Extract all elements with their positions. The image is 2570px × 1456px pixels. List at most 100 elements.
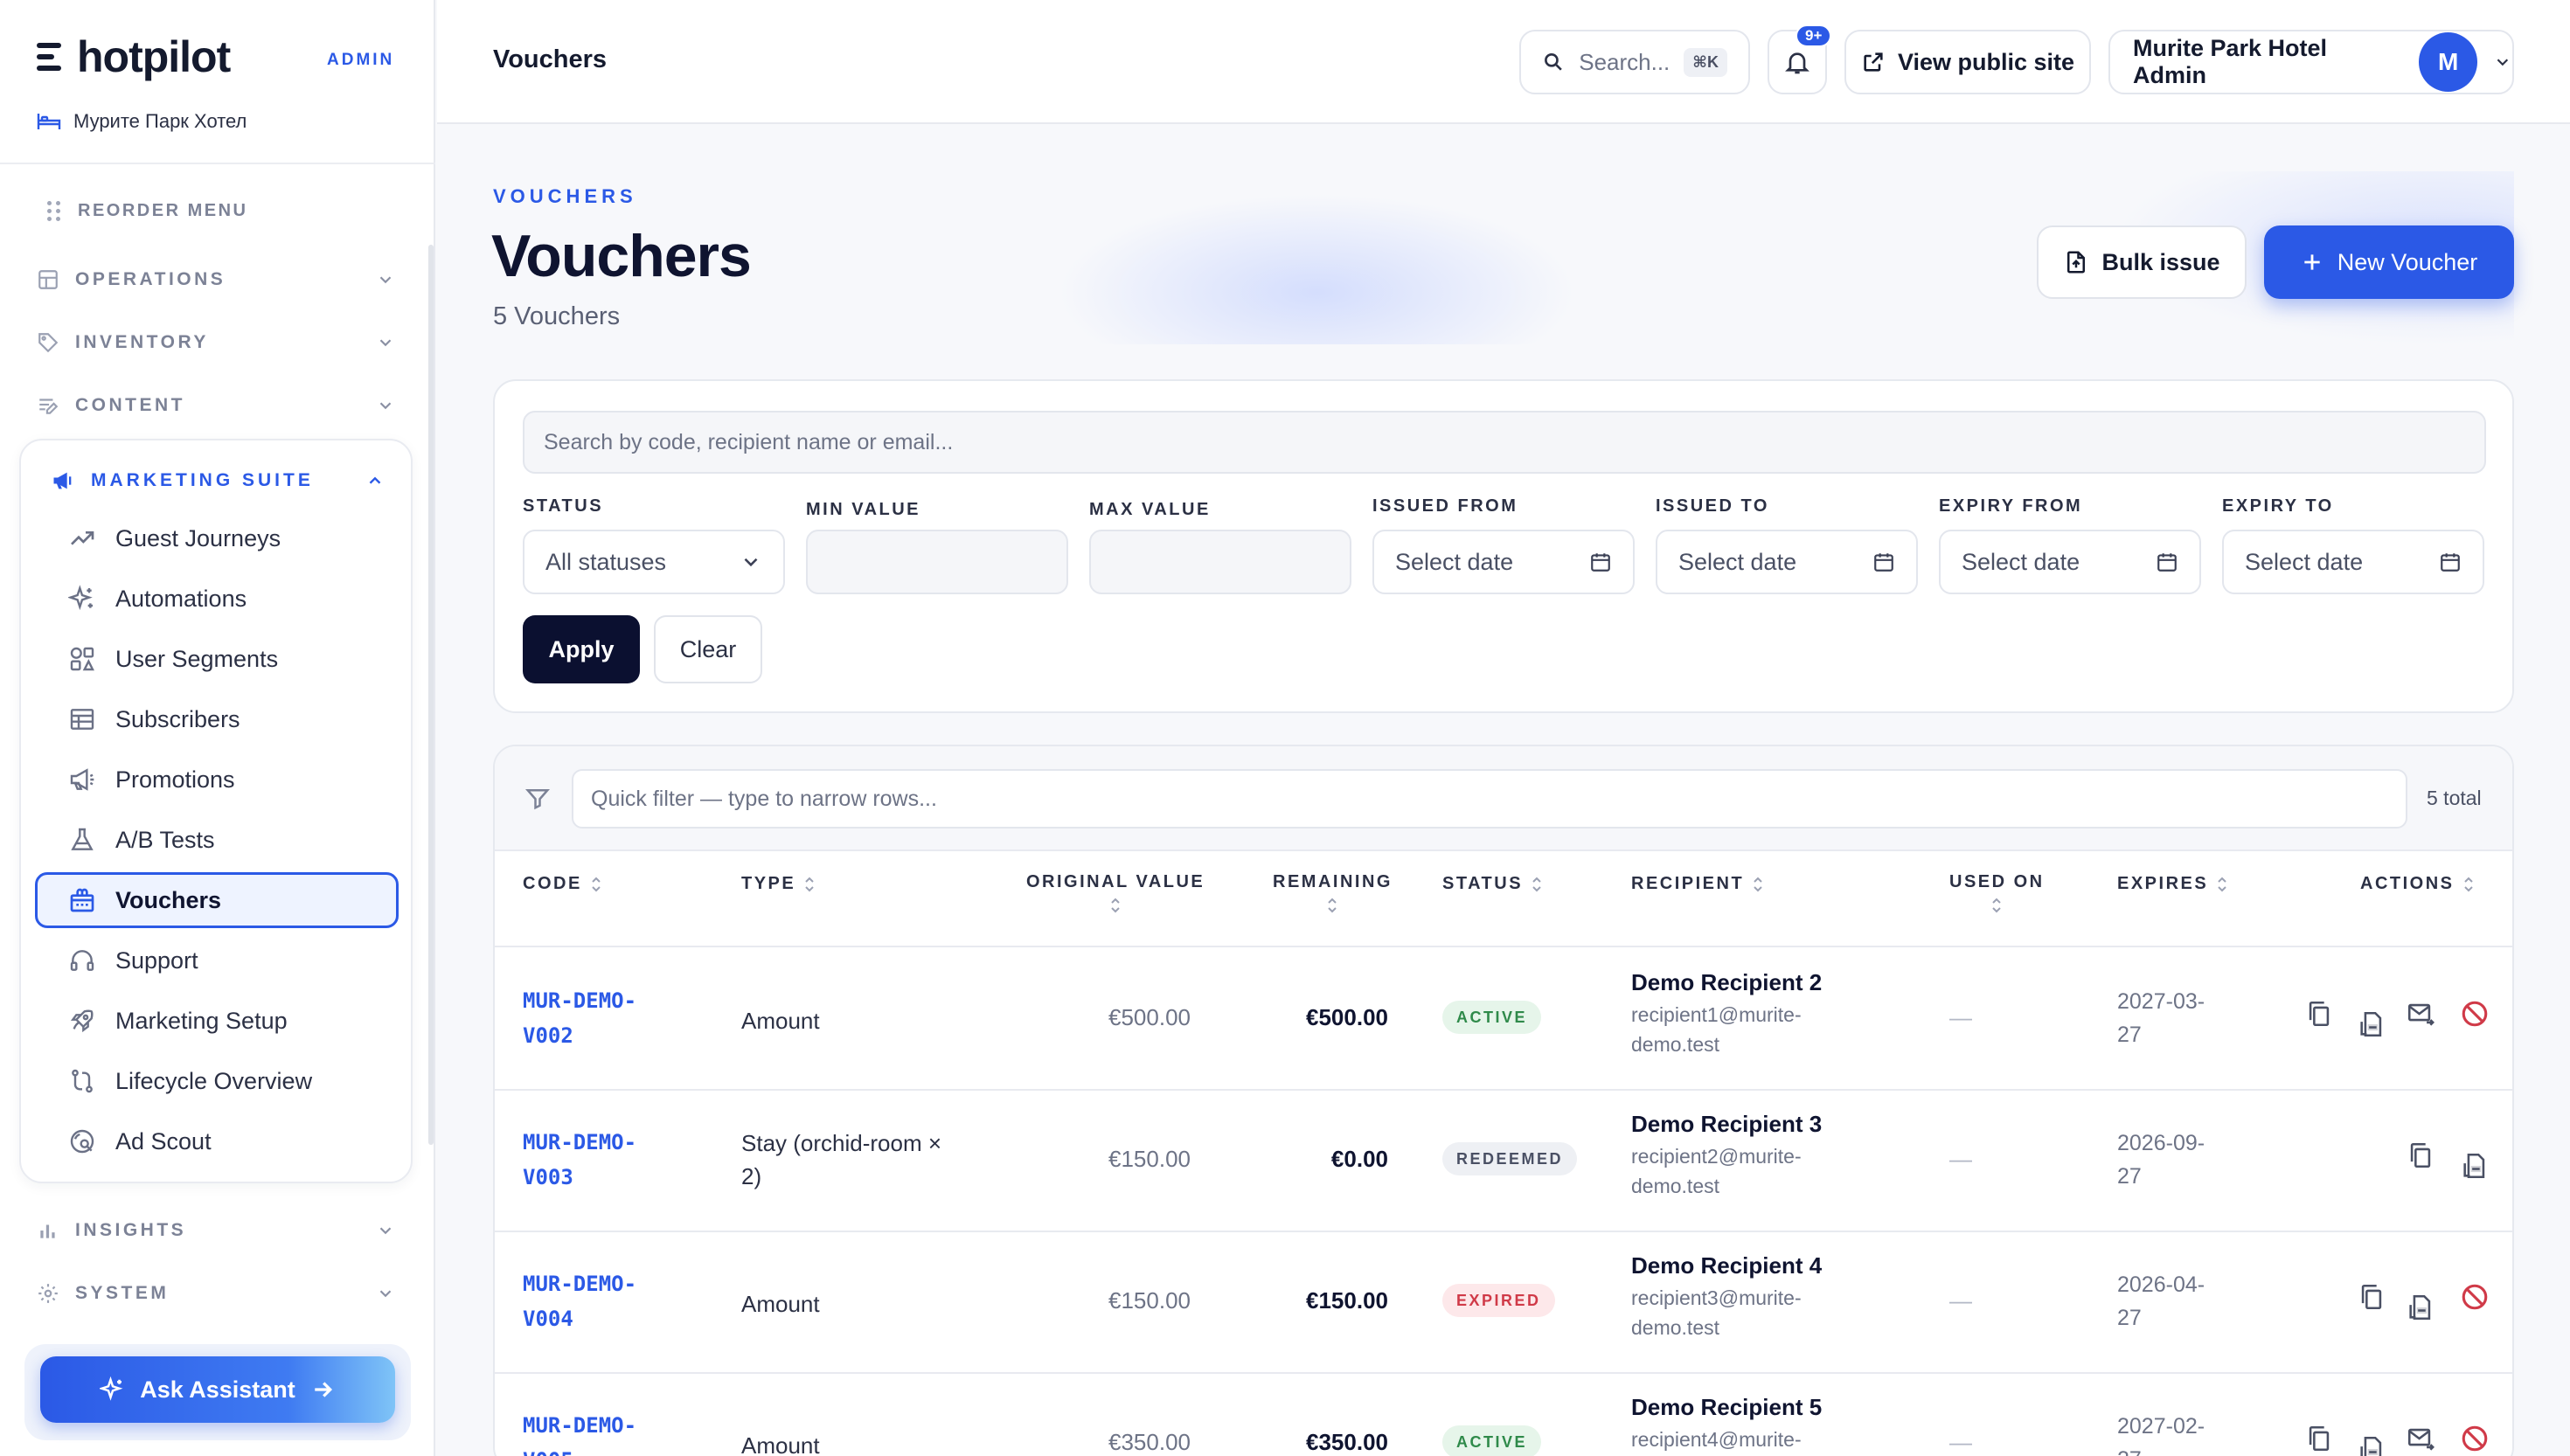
sidebar-section-marketing-suite[interactable]: MARKETING SUITE	[51, 463, 385, 498]
headset-icon	[70, 950, 94, 971]
cancel-icon[interactable]	[2460, 1282, 2490, 1312]
page-eyebrow: VOUCHERS	[493, 185, 637, 207]
clear-filters-button[interactable]: Clear	[654, 615, 762, 683]
content-icon	[39, 399, 59, 414]
sidebar-section-operations[interactable]: OPERATIONS	[37, 262, 395, 297]
voucher-type-line: Amount	[741, 1008, 820, 1034]
sidebar-scrollbar[interactable]	[428, 245, 434, 1145]
column-header-used-on[interactable]: USED ON	[1949, 872, 2045, 915]
pdf-icon[interactable]	[2357, 1009, 2386, 1039]
column-header-status[interactable]: STATUS	[1442, 874, 1544, 894]
quick-filter-input[interactable]: Quick filter — type to narrow rows...	[572, 769, 2407, 829]
sidebar-item-subscribers[interactable]: Subscribers	[35, 691, 399, 747]
pdf-icon[interactable]	[2406, 1293, 2435, 1322]
sidebar-section-system[interactable]: SYSTEM	[37, 1276, 395, 1311]
expiry-date-line: 2026-09-	[2117, 1131, 2205, 1155]
max-value-input[interactable]	[1089, 530, 1351, 594]
copy-icon[interactable]	[2357, 1282, 2386, 1312]
expiry-to-date-input[interactable]: Select date	[2222, 530, 2484, 594]
column-header-expires[interactable]: EXPIRES	[2117, 874, 2229, 894]
copy-icon[interactable]	[2304, 1424, 2334, 1453]
apply-filters-button[interactable]: Apply	[523, 615, 640, 683]
sort-icon	[1754, 877, 1762, 891]
voucher-code-line: V003	[523, 1165, 573, 1189]
sidebar-item-promotions[interactable]: Promotions	[35, 752, 399, 808]
sidebar-item-marketing-setup[interactable]: Marketing Setup	[35, 993, 399, 1049]
pdf-icon[interactable]	[2460, 1151, 2490, 1181]
segments-icon	[70, 647, 94, 671]
account-menu[interactable]: Murite Park Hotel Admin M	[2108, 30, 2514, 94]
column-header-recipient[interactable]: RECIPIENT	[1631, 874, 1765, 894]
sidebar-item-ab-tests[interactable]: A/B Tests	[35, 812, 399, 868]
sidebar-section-insights[interactable]: INSIGHTS	[37, 1213, 395, 1248]
sidebar-item-vouchers[interactable]: Vouchers	[35, 872, 399, 928]
voucher-code-link[interactable]: MUR-DEMO- V003	[523, 1125, 636, 1195]
min-value-input[interactable]	[806, 530, 1068, 594]
email-icon[interactable]	[2406, 999, 2435, 1029]
calendar-icon	[1874, 553, 1893, 572]
sidebar-item-guest-journeys[interactable]: Guest Journeys	[35, 510, 399, 566]
notifications-button[interactable]: 9+	[1768, 24, 1832, 94]
recipient: Demo Recipient 5recipient4@murite-demo.t…	[1631, 1394, 1822, 1456]
sidebar-section-inventory[interactable]: INVENTORY	[37, 325, 395, 360]
voucher-code-link[interactable]: MUR-DEMO- V002	[523, 983, 636, 1053]
sidebar-item-user-segments[interactable]: User Segments	[35, 631, 399, 687]
copy-icon[interactable]	[2304, 999, 2334, 1029]
voucher-search-input[interactable]: Search by code, recipient name or email.…	[523, 411, 2486, 474]
sidebar-item-label: User Segments	[115, 645, 279, 672]
original-value: €500.00	[1108, 1004, 1191, 1030]
recipient-email-line: recipient3@murite-	[1631, 1286, 1802, 1309]
sidebar-item-ad-scout[interactable]: Ad Scout	[35, 1113, 399, 1169]
bulk-issue-button[interactable]: Bulk issue	[2037, 225, 2247, 299]
issued-to-date-input[interactable]: Select date	[1656, 530, 1918, 594]
expiry-from-date-input[interactable]: Select date	[1939, 530, 2201, 594]
copy-icon[interactable]	[2406, 1141, 2435, 1170]
recipient-name: Demo Recipient 3	[1631, 1111, 1823, 1137]
voucher-code-link[interactable]: MUR-DEMO- V004	[523, 1266, 636, 1336]
brand-logo[interactable]: hotpilot	[37, 31, 231, 82]
sidebar-item-label: Vouchers	[115, 886, 222, 913]
pdf-icon[interactable]	[2357, 1434, 2386, 1456]
sidebar-item-label: Promotions	[115, 766, 235, 793]
column-header-type[interactable]: TYPE	[741, 874, 816, 894]
recipient-email-line: demo.test	[1631, 1033, 1719, 1056]
sidebar-item-support[interactable]: Support	[35, 933, 399, 988]
admin-tag: ADMIN	[327, 51, 395, 69]
sidebar-section-content[interactable]: CONTENT	[37, 388, 395, 423]
file-upload-icon	[2067, 251, 2086, 274]
reorder-menu-button[interactable]: REORDER MENU	[47, 201, 247, 221]
expiry-to-label: EXPIRY TO	[2222, 496, 2334, 516]
sidebar-item-lifecycle-overview[interactable]: Lifecycle Overview	[35, 1053, 399, 1109]
status-select[interactable]: All statuses	[523, 530, 785, 594]
voucher-type-line: Stay (orchid-room ×	[741, 1130, 942, 1156]
sort-icon	[592, 877, 601, 891]
column-header-actions[interactable]: ACTIONS	[2360, 874, 2476, 894]
column-header-remaining[interactable]: REMAINING	[1273, 872, 1393, 915]
sidebar-item-automations[interactable]: Automations	[35, 571, 399, 627]
used-on: —	[1949, 1429, 1972, 1455]
header-divider	[495, 946, 2512, 947]
property-name[interactable]: Мурите Парк Хотел	[37, 110, 247, 133]
voucher-code-link[interactable]: MUR-DEMO- V005	[523, 1408, 636, 1456]
new-voucher-button[interactable]: New Voucher	[2264, 225, 2514, 299]
column-label: ORIGINAL VALUE	[1026, 872, 1205, 891]
global-search-button[interactable]: Search... ⌘K	[1519, 30, 1750, 94]
sort-icon	[2218, 877, 2226, 891]
cancel-icon[interactable]	[2460, 999, 2490, 1029]
plus-icon	[2304, 254, 2320, 270]
column-label: USED ON	[1949, 872, 2045, 891]
sidebar-divider	[0, 163, 435, 164]
ask-assistant-button[interactable]: Ask Assistant	[40, 1356, 395, 1423]
cancel-icon[interactable]	[2460, 1424, 2490, 1453]
email-icon[interactable]	[2406, 1424, 2435, 1453]
date-placeholder: Select date	[1395, 548, 1514, 575]
flask-icon	[71, 828, 94, 850]
section-label: CONTENT	[75, 395, 185, 415]
column-header-code[interactable]: CODE	[523, 874, 603, 894]
account-name: Murite Park Hotel Admin	[2133, 35, 2328, 88]
view-public-site-button[interactable]: View public site	[1844, 30, 2091, 94]
issued-from-date-input[interactable]: Select date	[1372, 530, 1635, 594]
gear-icon	[38, 1284, 58, 1303]
column-header-original-value[interactable]: ORIGINAL VALUE	[1026, 872, 1205, 915]
table-icon	[70, 709, 94, 730]
